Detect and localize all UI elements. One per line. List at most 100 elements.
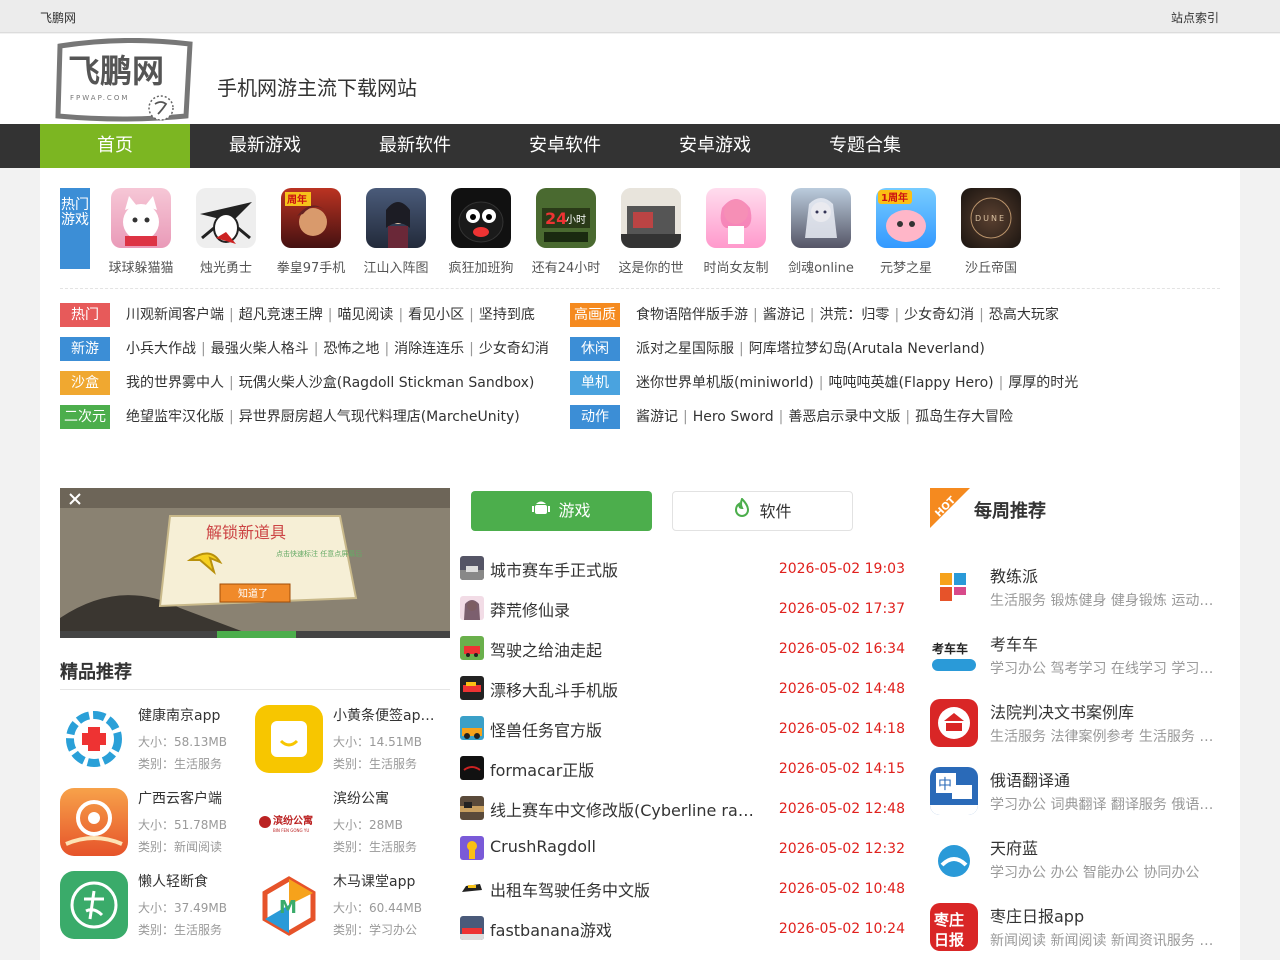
category-tag[interactable]: 沙盒	[60, 371, 116, 395]
category-link[interactable]: 看见小区	[408, 307, 464, 323]
site-index-link[interactable]: 站点索引	[1171, 9, 1219, 26]
featured-app[interactable]: 滨纷公寓 BIN FEN GONG YU 滨纷公寓 大小：28MB 类别：生活服务	[255, 788, 445, 860]
category-tag[interactable]: 热门	[60, 303, 116, 327]
hot-game-item[interactable]: DUNE 沙丘帝国	[950, 188, 1032, 276]
category-link[interactable]: 阿库塔拉梦幻岛(Arutala Neverland)	[749, 341, 985, 357]
category-link[interactable]: 酱游记	[763, 307, 805, 323]
svg-text:BIN FEN GONG YU: BIN FEN GONG YU	[273, 828, 309, 833]
category-link[interactable]: 迷你世界单机版(miniworld)	[636, 375, 814, 391]
site-logo[interactable]: 飞鹏网 FPWAP.COM	[54, 37, 194, 122]
category-tag[interactable]: 新游	[60, 337, 116, 361]
app-icon: 考车车	[930, 631, 978, 679]
news-item[interactable]: formacar正版 2026-05-02 14:15	[460, 748, 905, 788]
news-item[interactable]: 出租车驾驶任务中文版 2026-05-02 10:48	[460, 868, 905, 908]
category-link[interactable]: 派对之星国际服	[636, 341, 734, 357]
category-link[interactable]: 厚厚的时光	[1008, 375, 1078, 391]
featured-app[interactable]: 广西云客户端 大小：51.78MB 类别：新闻阅读	[60, 788, 250, 860]
hot-game-item[interactable]: 1周年 元梦之星	[865, 188, 947, 276]
game-icon: DUNE	[961, 188, 1021, 248]
category-link[interactable]: 酱游记	[636, 409, 678, 425]
app-name: 枣庄日报app	[990, 907, 1085, 926]
weekly-item[interactable]: 教练派 生活服务 锻炼健身 健身锻炼 运动健身	[930, 563, 1220, 615]
category-link[interactable]: 喵见阅读	[337, 307, 393, 323]
svg-text:枣庄: 枣庄	[933, 911, 964, 929]
category-link[interactable]: Hero Sword	[693, 409, 774, 425]
category-tag[interactable]: 二次元	[60, 405, 116, 429]
news-item[interactable]: 怪兽任务官方版 2026-05-02 14:18	[460, 708, 905, 748]
category-link[interactable]: 善恶启示录中文版	[788, 409, 900, 425]
weekly-item[interactable]: 法院判决文书案例库 生活服务 法律案例参考 生活服务 法律	[930, 699, 1220, 751]
category-link[interactable]: 绝望监牢汉化版	[126, 409, 224, 425]
category-link[interactable]: 玩偶火柴人沙盒(Ragdoll Stickman Sandbox)	[239, 375, 535, 391]
weekly-item[interactable]: 天府蓝 学习办公 办公 智能办公 协同办公	[930, 835, 1220, 887]
app-size: 大小：60.44MB	[333, 901, 422, 915]
news-icon	[460, 876, 484, 900]
category-link[interactable]: 坚持到底	[479, 307, 535, 323]
category-tag[interactable]: 休闲	[570, 337, 626, 361]
hot-game-item[interactable]: 烛光勇士	[185, 188, 267, 276]
category-tag[interactable]: 动作	[570, 405, 626, 429]
category-link[interactable]: 洪荒：归零	[819, 307, 889, 323]
tab-software[interactable]: 软件	[672, 491, 853, 531]
hot-game-item[interactable]: 江山入阵图	[355, 188, 437, 276]
featured-app[interactable]: 小黄条便签app... 大小：14.51MB 类别：生活服务	[255, 705, 445, 777]
category-link[interactable]: 异世界厨房超人气现代料理店(MarcheUnity)	[239, 409, 520, 425]
featured-app[interactable]: 懒人轻断食 大小：37.49MB 类别：生活服务	[60, 871, 250, 943]
weekly-item[interactable]: 考车车 考车车 学习办公 驾考学习 在线学习 学习平台	[930, 631, 1220, 683]
game-name: 江山入阵图	[363, 261, 429, 276]
category-link[interactable]: 食物语陪伴版手游	[636, 307, 748, 323]
nav-collections[interactable]: 专题合集	[790, 124, 940, 168]
news-icon	[460, 556, 484, 580]
nav-new-software[interactable]: 最新软件	[340, 124, 490, 168]
hot-game-item[interactable]: 时尚女友制	[695, 188, 777, 276]
app-category: 类别：生活服务	[138, 923, 223, 937]
news-item[interactable]: fastbanana游戏 2026-05-02 10:24	[460, 908, 905, 948]
android-icon	[532, 492, 551, 532]
news-item[interactable]: 莽荒修仙录 2026-05-02 17:37	[460, 588, 905, 628]
news-item[interactable]: 线上赛车中文修改版(Cyberline racing) 2026-05-02 1…	[460, 788, 905, 828]
game-name: 这是你的世	[618, 261, 684, 276]
category-link[interactable]: 小兵大作战	[126, 341, 196, 357]
hot-game-item[interactable]: 这是你的世	[610, 188, 692, 276]
banner-slider[interactable]: 解锁新道具 点击快速标注 任意点屏幕后 知道了	[60, 488, 450, 638]
featured-app[interactable]: M 木马课堂app 大小：60.44MB 类别：学习办公	[255, 871, 445, 943]
svg-text:日报: 日报	[934, 931, 964, 949]
nav-android-games[interactable]: 安卓游戏	[640, 124, 790, 168]
app-name: 教练派	[990, 567, 1039, 586]
category-link[interactable]: 少女奇幻消	[479, 341, 549, 357]
category-link[interactable]: 超凡竞速王牌	[239, 307, 323, 323]
featured-app[interactable]: 健康南京app 大小：58.13MB 类别：生活服务	[60, 705, 250, 777]
featured-title: 精品推荐	[60, 662, 132, 683]
category-link[interactable]: 孤岛生存大冒险	[915, 409, 1013, 425]
category-link[interactable]: 吨吨吨英雄(Flappy Hero)	[828, 375, 993, 391]
site-name-link[interactable]: 飞鹏网	[40, 9, 76, 26]
category-link[interactable]: 最强火柴人格斗	[211, 341, 309, 357]
news-item[interactable]: CrushRagdoll 2026-05-02 12:32	[460, 828, 905, 868]
hot-game-item[interactable]: 疯狂加班狗	[440, 188, 522, 276]
hot-game-item[interactable]: 24 小时 还有24小时	[525, 188, 607, 276]
news-item[interactable]: 漂移大乱斗手机版 2026-05-02 14:48	[460, 668, 905, 708]
tab-games[interactable]: 游戏	[471, 491, 652, 531]
nav-android-software[interactable]: 安卓软件	[490, 124, 640, 168]
svg-text:DUNE: DUNE	[975, 214, 1006, 223]
nav-home[interactable]: 首页	[40, 124, 190, 168]
weekly-item[interactable]: 中 俄语翻译通 学习办公 词典翻译 翻译服务 俄语学习	[930, 767, 1220, 819]
news-item[interactable]: 城市赛车手正式版 2026-05-02 19:03	[460, 548, 905, 588]
weekly-item[interactable]: 枣庄 日报 枣庄日报app 新闻阅读 新闻阅读 新闻资讯服务 新闻	[930, 903, 1220, 955]
category-tag[interactable]: 单机	[570, 371, 626, 395]
app-icon: 中	[930, 767, 978, 815]
news-item[interactable]: 驾驶之给油走起 2026-05-02 16:34	[460, 628, 905, 668]
svg-text:24: 24	[545, 209, 567, 228]
category-link[interactable]: 少女奇幻消	[904, 307, 974, 323]
category-tag[interactable]: 高画质	[570, 303, 626, 327]
hot-game-item[interactable]: 球球躲猫猫	[100, 188, 182, 276]
category-link[interactable]: 消除连连乐	[394, 341, 464, 357]
category-link[interactable]: 川观新闻客户端	[126, 307, 224, 323]
category-link[interactable]: 我的世界雾中人	[126, 375, 224, 391]
news-title: 莽荒修仙录	[490, 601, 571, 620]
hot-game-item[interactable]: 剑魂online	[780, 188, 862, 276]
nav-new-games[interactable]: 最新游戏	[190, 124, 340, 168]
category-link[interactable]: 恐怖之地	[323, 341, 379, 357]
category-link[interactable]: 恐高大玩家	[989, 307, 1059, 323]
hot-game-item[interactable]: 周年 拳皇97手机	[270, 188, 352, 276]
